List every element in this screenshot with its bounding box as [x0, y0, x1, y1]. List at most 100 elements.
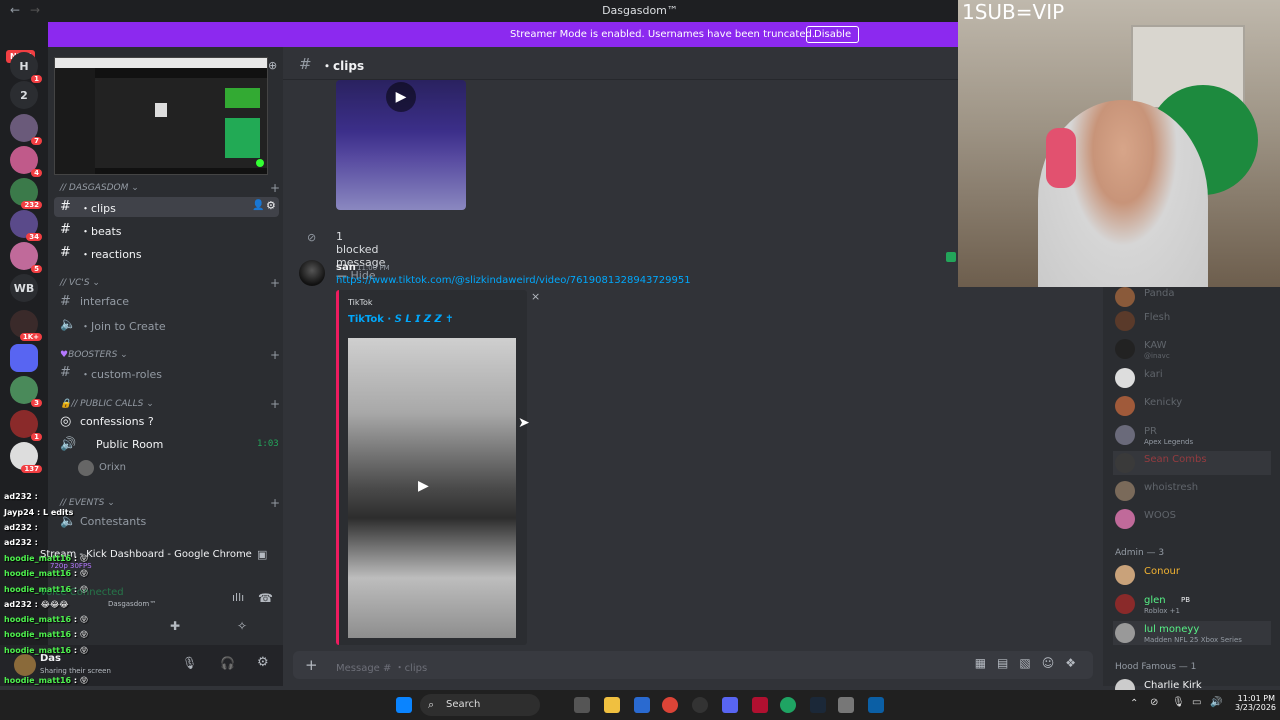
message-input[interactable]: Message # ・clips [336, 659, 427, 674]
windows-start-icon[interactable] [396, 697, 412, 713]
obs-icon[interactable] [692, 697, 708, 713]
channel-custom-roles[interactable]: # ・custom-roles [54, 363, 279, 383]
category-public-calls[interactable]: 🔒// PUBLIC CALLS ⌄ + [60, 397, 280, 411]
play-icon[interactable]: ▶ [418, 478, 429, 494]
server-icon[interactable]: 5 [10, 242, 42, 273]
add-channel-icon[interactable]: + [270, 276, 280, 290]
message-author[interactable]: san [336, 262, 356, 273]
server-icon[interactable]: 4 [10, 146, 42, 177]
server-icon[interactable]: 137 [10, 442, 42, 473]
gear-icon[interactable]: ⚙ [257, 655, 269, 670]
member-item[interactable]: Flesh [1113, 309, 1278, 333]
member-item[interactable]: PR Apex Legends [1113, 423, 1278, 447]
microphone-icon[interactable]: 🎙 [1172, 697, 1185, 708]
channel-join-to-create[interactable]: 🔈 ・Join to Create [54, 315, 279, 335]
avatar[interactable] [78, 460, 94, 476]
category-dasgasdom[interactable]: // DASGASDOM ⌄ + [60, 181, 280, 195]
member-item[interactable]: kari [1113, 366, 1278, 390]
embed-provider[interactable]: TikTok [348, 298, 373, 307]
chrome-profile-icon[interactable] [780, 697, 796, 713]
avatar [1115, 623, 1135, 643]
disconnect-icon[interactable]: ☎ [258, 591, 273, 605]
member-item[interactable]: Sean Combs [1113, 451, 1271, 475]
category-events[interactable]: // Events ⌄ + [60, 496, 280, 510]
add-channel-icon[interactable]: + [270, 348, 280, 362]
invite-icon[interactable]: 👤 [252, 200, 264, 211]
member-item[interactable]: whoistresh [1113, 479, 1278, 503]
play-icon[interactable]: ▶ [386, 82, 416, 112]
chat-user: ad232 [4, 600, 32, 609]
activity-icon[interactable]: ✚ [170, 619, 180, 633]
effects-icon[interactable]: ✧ [237, 619, 247, 633]
upload-plus-icon[interactable]: + [305, 656, 318, 674]
discord-icon[interactable] [722, 697, 738, 713]
stream-preview[interactable] [54, 57, 268, 175]
chevron-up-icon[interactable]: ⌃ [1130, 698, 1138, 709]
add-channel-icon[interactable]: + [270, 397, 280, 411]
folder-icon[interactable] [10, 344, 38, 372]
server-icon[interactable]: 7 [10, 114, 42, 145]
settings-icon[interactable] [838, 697, 854, 713]
member-item[interactable]: glen PB Roblox +1 [1113, 592, 1278, 616]
network-icon[interactable]: ⊘ [1150, 697, 1158, 708]
task-view-icon[interactable] [574, 697, 590, 713]
avatar[interactable] [299, 260, 325, 286]
close-icon[interactable]: × [531, 290, 540, 303]
embed-video[interactable]: ▶ [348, 338, 516, 638]
avatar [1115, 594, 1135, 614]
soundboard-icon[interactable]: ıllı [232, 591, 244, 604]
member-item[interactable]: KAW @inavc [1113, 337, 1278, 361]
server-icon[interactable]: 3 [10, 376, 42, 407]
add-channel-icon[interactable]: + [270, 496, 280, 510]
member-status: @inavc [1144, 352, 1170, 360]
channel-reactions[interactable]: # ・reactions [54, 243, 279, 263]
category-boosters[interactable]: ♥Boosters ⌄ + [60, 348, 280, 362]
display-icon[interactable]: ▭ [1192, 697, 1201, 708]
add-channel-icon[interactable]: + [270, 181, 280, 195]
microphone-icon[interactable]: 🎙 [182, 656, 197, 670]
headphones-icon[interactable]: 🎧 [220, 656, 235, 670]
channel-beats[interactable]: # ・beats [54, 220, 279, 240]
taskbar-clock[interactable]: 11:01 PM 3/23/2026 [1235, 694, 1276, 712]
channel-public-room[interactable]: 🔊 Public Room 1:03 [54, 435, 279, 455]
chat-user: ad232 [4, 523, 32, 532]
taskbar-search[interactable]: ⌕ Search [420, 694, 540, 716]
voice-user-name[interactable]: Orixn [99, 462, 126, 473]
file-explorer-icon[interactable] [604, 697, 620, 713]
popout-icon[interactable]: ▣ [257, 548, 267, 561]
steam-icon[interactable] [810, 697, 826, 713]
server-icon[interactable]: 2 [10, 81, 38, 109]
embed-title[interactable]: TikTok · 𝙎 𝙇 𝙄 𝙕 𝙕 ✝ [348, 314, 454, 325]
member-name: PR [1144, 426, 1157, 437]
message-input-bar[interactable]: + Message # ・clips ▦▤▧☺❖ [293, 651, 1093, 679]
channel-contestants[interactable]: 🔈 Contestants [54, 512, 279, 532]
channel-clips[interactable]: # ・clips 👤 ⚙ [54, 197, 279, 217]
server-icon[interactable]: 1K+ [10, 310, 42, 341]
member-item[interactable]: Kenicky [1113, 394, 1278, 418]
chat-user: hoodie_matt16 [4, 554, 72, 563]
message-link[interactable]: https://www.tiktok.com/@slizkindaweird/v… [336, 275, 691, 286]
store-icon[interactable] [634, 697, 650, 713]
category-vcs[interactable]: // Vc's ⌄ + [60, 276, 280, 290]
chrome-icon[interactable] [662, 697, 678, 713]
avatar[interactable] [14, 654, 36, 676]
server-icon[interactable]: 232 [10, 178, 42, 209]
server-icon[interactable]: H1 [10, 52, 42, 83]
input-toolbar-icons[interactable]: ▦▤▧☺❖ [975, 656, 1087, 670]
server-icon[interactable]: 34 [10, 210, 42, 241]
channel-interface[interactable]: # interface [54, 292, 279, 312]
server-icon[interactable]: WB [10, 274, 38, 302]
server-icon[interactable]: 1 [10, 410, 42, 441]
member-item[interactable]: WOOS [1113, 507, 1278, 531]
disable-button[interactable]: Disable [806, 26, 860, 43]
member-item[interactable]: lul moneyy Madden NFL 25 Xbox Series [1113, 621, 1271, 645]
add-channel-icon[interactable]: ⊕ [268, 59, 277, 72]
member-item[interactable]: Conour [1113, 563, 1278, 587]
member-item[interactable]: Panda [1113, 285, 1278, 309]
video-thumbnail[interactable]: ▶ [336, 80, 466, 210]
gear-icon[interactable]: ⚙ [266, 199, 276, 212]
volume-icon[interactable]: 🔊 [1210, 697, 1222, 708]
channel-confessions[interactable]: ◎ confessions ? [54, 412, 279, 432]
app-icon[interactable] [868, 697, 884, 713]
adobe-icon[interactable] [752, 697, 768, 713]
